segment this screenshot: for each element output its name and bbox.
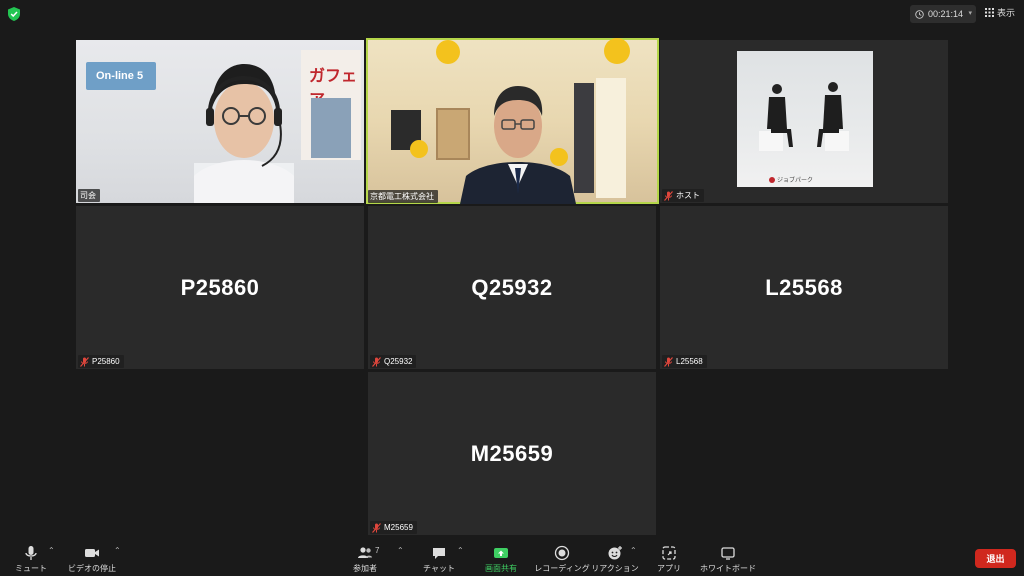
- video-tile-participant[interactable]: L25568 L25568: [660, 206, 948, 369]
- chat-button[interactable]: チャット: [423, 540, 455, 576]
- participant-display-name: M25659: [470, 440, 554, 466]
- video-tile-participant[interactable]: Q25932 Q25932: [368, 206, 656, 369]
- video-tile-host[interactable]: ジョブパーク ホスト: [660, 40, 948, 203]
- background-banner: On-line 5: [86, 62, 156, 90]
- participants-label: 参加者: [353, 564, 377, 573]
- record-icon: [554, 545, 570, 561]
- participant-name-label: 司会: [78, 189, 100, 202]
- mic-muted-icon: [664, 356, 673, 367]
- participant-name-label: Q25932: [370, 355, 417, 368]
- participant-display-name: Q25932: [471, 274, 553, 300]
- recording-label: レコーディング: [534, 564, 590, 573]
- sunflower-decoration: [604, 38, 630, 64]
- share-screen-icon: [494, 548, 508, 558]
- apps-button[interactable]: アプリ: [656, 540, 682, 576]
- banner-text: On-line 5: [96, 70, 144, 82]
- brand-text: ジョブパーク: [777, 178, 814, 184]
- video-tile-participant[interactable]: P25860 P25860: [76, 206, 364, 369]
- background-poster: ガフェア: [301, 50, 361, 160]
- clock-icon: [915, 9, 924, 19]
- chevron-up-icon[interactable]: ⌃: [397, 546, 404, 555]
- sunflower-decoration: [410, 140, 428, 158]
- mute-label: ミュート: [15, 564, 47, 573]
- host-poster-image: ジョブパーク: [737, 51, 873, 187]
- participant-display-name: P25860: [180, 274, 260, 300]
- mic-muted-icon: [372, 356, 381, 367]
- leave-button[interactable]: 退出: [975, 549, 1016, 568]
- chevron-up-icon[interactable]: ⌃: [457, 546, 464, 555]
- chevron-up-icon[interactable]: ⌃: [114, 546, 121, 555]
- meeting-toolbar: ミュート ⌃ ビデオの停止 ⌃ 参加者 7 ⌃ チャット ⌃ 画面共有 レコーデ…: [0, 540, 1024, 576]
- participant-name-label: P25860: [78, 355, 124, 368]
- view-label: 表示: [997, 8, 1016, 18]
- share-screen-label: 画面共有: [485, 564, 517, 573]
- sunflower-decoration: [436, 40, 460, 64]
- chevron-up-icon[interactable]: ⌃: [48, 546, 55, 555]
- participant-name: 司会: [80, 191, 96, 200]
- reactions-label: リアクション: [591, 564, 639, 573]
- whiteboard-icon: [721, 547, 735, 560]
- smiley-plus-icon: [608, 546, 622, 560]
- stop-video-button[interactable]: ビデオの停止: [68, 540, 116, 576]
- participant-name-label: ホスト: [662, 189, 704, 202]
- security-shield-icon[interactable]: [8, 7, 20, 21]
- brand-logo-icon: [769, 177, 775, 183]
- mic-muted-icon: [372, 522, 381, 533]
- mic-muted-icon: [80, 356, 89, 367]
- participants-icon: [358, 547, 372, 558]
- mic-muted-icon: [664, 190, 673, 201]
- background-window: [596, 78, 626, 198]
- interview-illustration: [759, 82, 849, 151]
- video-tile-active-speaker[interactable]: 京都電工株式会社: [366, 38, 659, 204]
- reactions-button[interactable]: リアクション: [591, 540, 639, 576]
- participant-name: P25860: [92, 357, 120, 366]
- stop-video-label: ビデオの停止: [68, 564, 116, 573]
- view-button[interactable]: 表示: [985, 6, 1015, 19]
- chevron-up-icon[interactable]: ⌃: [630, 546, 637, 555]
- grid-icon: [985, 8, 994, 17]
- participant-name-label: M25659: [370, 521, 417, 534]
- video-tile-participant[interactable]: M25659 M25659: [368, 372, 656, 535]
- chevron-down-icon[interactable]: ▾: [968, 9, 972, 17]
- participant-name-label: 京都電工株式会社: [368, 190, 438, 203]
- participant-name: 京都電工株式会社: [370, 192, 434, 201]
- participant-name: L25568: [676, 357, 703, 366]
- video-camera-icon: [85, 549, 99, 557]
- meeting-timer[interactable]: 00:21:14 ▾: [910, 5, 976, 23]
- video-tile-moderator[interactable]: On-line 5 ガフェア 司会: [76, 40, 364, 203]
- recording-button[interactable]: レコーディング: [534, 540, 590, 576]
- chat-label: チャット: [423, 564, 455, 573]
- whiteboard-button[interactable]: ホワイトボード: [700, 540, 756, 576]
- timer-text: 00:21:14: [928, 9, 964, 19]
- poster-text: ガフェア: [309, 68, 358, 109]
- microphone-icon: [25, 546, 37, 560]
- whiteboard-label: ホワイトボード: [700, 564, 756, 573]
- participant-display-name: L25568: [765, 274, 843, 300]
- chat-bubble-icon: [433, 548, 445, 559]
- participant-name-label: L25568: [662, 355, 707, 368]
- participant-name: M25659: [384, 523, 413, 532]
- apps-label: アプリ: [657, 564, 681, 573]
- participant-video-person: [194, 64, 294, 203]
- share-screen-button[interactable]: 画面共有: [482, 540, 520, 576]
- apps-icon: [662, 546, 676, 560]
- participants-count: 7: [375, 546, 380, 555]
- participant-name: ホスト: [676, 191, 700, 200]
- participant-name: Q25932: [384, 357, 413, 366]
- participant-video-person: [460, 86, 576, 204]
- mute-button[interactable]: ミュート: [14, 540, 48, 576]
